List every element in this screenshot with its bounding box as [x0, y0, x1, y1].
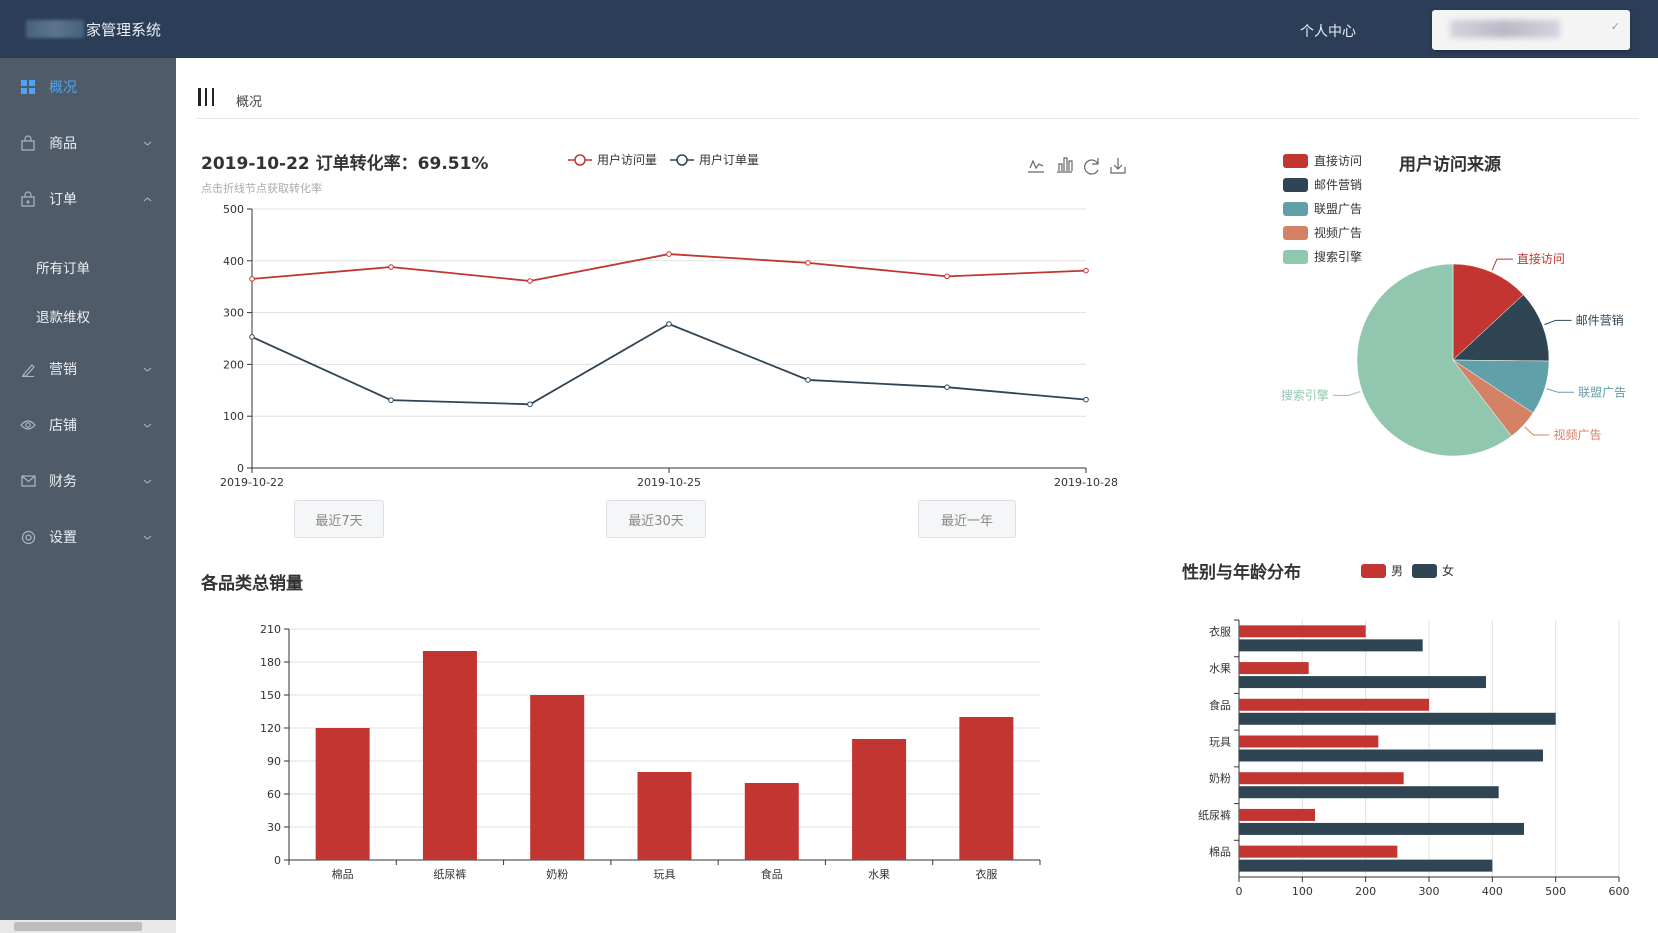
bar-male	[1239, 662, 1309, 675]
x-tick-label: 400	[1482, 885, 1503, 898]
gender-age-bar-chart: 性别与年龄分布 男 女 0 100 200 300 400 500 600 衣服水果食品玩具奶粉纸尿…	[1182, 562, 1630, 898]
x-tick-label: 600	[1609, 885, 1630, 898]
bar-male	[1239, 735, 1379, 748]
y-tick-label: 纸尿裤	[1198, 808, 1231, 822]
legend-swatch	[1412, 564, 1437, 578]
bar-female	[1239, 749, 1543, 762]
y-tick-label: 棉品	[1209, 845, 1231, 859]
bar-female	[1239, 639, 1423, 652]
bar-female	[1239, 822, 1524, 835]
bar-male	[1239, 772, 1404, 785]
y-tick-label: 衣服	[1209, 624, 1231, 638]
y-tick-label: 食品	[1209, 698, 1231, 712]
y-tick-label: 玩具	[1209, 736, 1231, 749]
bar-female	[1239, 859, 1493, 872]
x-tick-label: 100	[1292, 885, 1313, 898]
x-tick-label: 500	[1545, 885, 1566, 898]
hbar-chart-title: 性别与年龄分布	[1182, 562, 1301, 583]
legend-swatch	[1361, 564, 1386, 578]
legend-label: 女	[1442, 563, 1454, 578]
x-tick-label: 300	[1419, 885, 1440, 898]
x-tick-label: 0	[1236, 885, 1243, 898]
bar-male	[1239, 808, 1315, 821]
y-tick-label: 奶粉	[1209, 771, 1231, 785]
legend-label: 男	[1391, 564, 1403, 578]
bar-female	[1239, 676, 1486, 689]
bar-male	[1239, 625, 1366, 638]
x-tick-label: 200	[1355, 885, 1376, 898]
bar-female	[1239, 712, 1556, 725]
bar-male	[1239, 698, 1429, 711]
bar-female	[1239, 786, 1499, 799]
y-tick-label: 水果	[1209, 662, 1231, 675]
bar-male	[1239, 845, 1398, 858]
